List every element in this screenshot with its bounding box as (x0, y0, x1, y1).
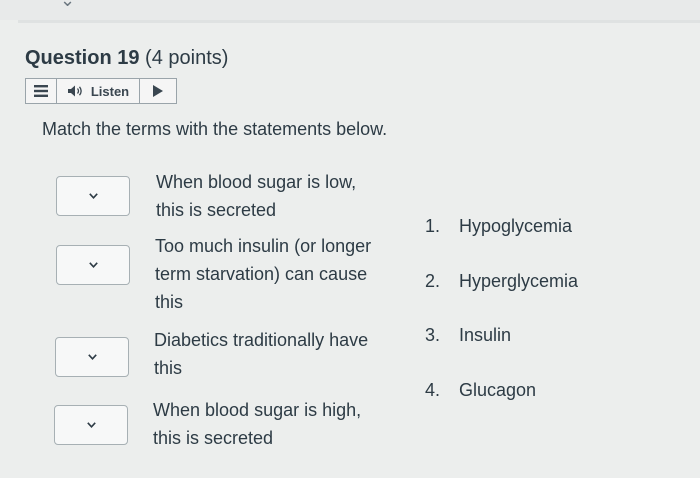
statement-line: Diabetics traditionally have (154, 330, 369, 350)
top-bar: ⌄ (0, 0, 700, 20)
statement-line: When blood sugar is high, (153, 400, 362, 420)
statement-line: this is secreted (153, 428, 274, 448)
statement-1: When blood sugar is low, this is secrete… (156, 168, 406, 224)
option-text: Hypoglycemia (459, 216, 573, 236)
chevron-down-icon (88, 262, 98, 268)
option-number: 4. (425, 380, 441, 400)
statement-line: this (155, 292, 184, 312)
option-4: 4. Glucagon (425, 380, 536, 401)
option-number: 2. (425, 271, 441, 291)
speaker-icon (67, 85, 82, 97)
listen-button[interactable]: Listen (57, 79, 140, 103)
menu-button[interactable] (26, 79, 57, 103)
play-button[interactable] (140, 79, 176, 103)
statement-line: term starvation) can cause (155, 264, 368, 284)
option-number: 1. (425, 216, 441, 236)
question-title: Question 19 (4 points) (25, 47, 228, 70)
chevron-down-icon (88, 193, 98, 199)
match-select-4[interactable] (54, 405, 128, 445)
option-text: Insulin (459, 325, 512, 345)
option-text: Glucagon (459, 380, 537, 400)
chevron-down-icon[interactable]: ⌄ (60, 0, 75, 11)
chevron-down-icon (86, 422, 96, 428)
divider (18, 20, 700, 23)
statement-3: Diabetics traditionally have this (154, 326, 404, 382)
statement-line: When blood sugar is low, (156, 172, 357, 192)
option-2: 2. Hyperglycemia (425, 271, 578, 292)
play-icon (153, 85, 163, 97)
statement-2: Too much insulin (or longer term starvat… (155, 232, 405, 316)
statement-line: Too much insulin (or longer (155, 236, 372, 256)
option-3: 3. Insulin (425, 325, 511, 346)
chevron-down-icon (87, 354, 97, 360)
statement-4: When blood sugar is high, this is secret… (153, 396, 403, 452)
listen-label: Listen (90, 83, 130, 99)
listen-toolbar: Listen (25, 78, 177, 104)
option-number: 3. (425, 325, 441, 345)
option-1: 1. Hypoglycemia (425, 216, 572, 237)
match-select-2[interactable] (56, 245, 130, 285)
question-prompt: Match the terms with the statements belo… (42, 119, 388, 139)
match-select-3[interactable] (55, 337, 129, 377)
question-points: (4 points) (145, 47, 229, 69)
statement-line: this (154, 358, 183, 378)
option-text: Hyperglycemia (459, 271, 579, 291)
match-select-1[interactable] (56, 176, 130, 216)
menu-icon (34, 85, 48, 97)
question-label: Question 19 (25, 47, 140, 69)
statement-line: this is secreted (156, 200, 277, 220)
